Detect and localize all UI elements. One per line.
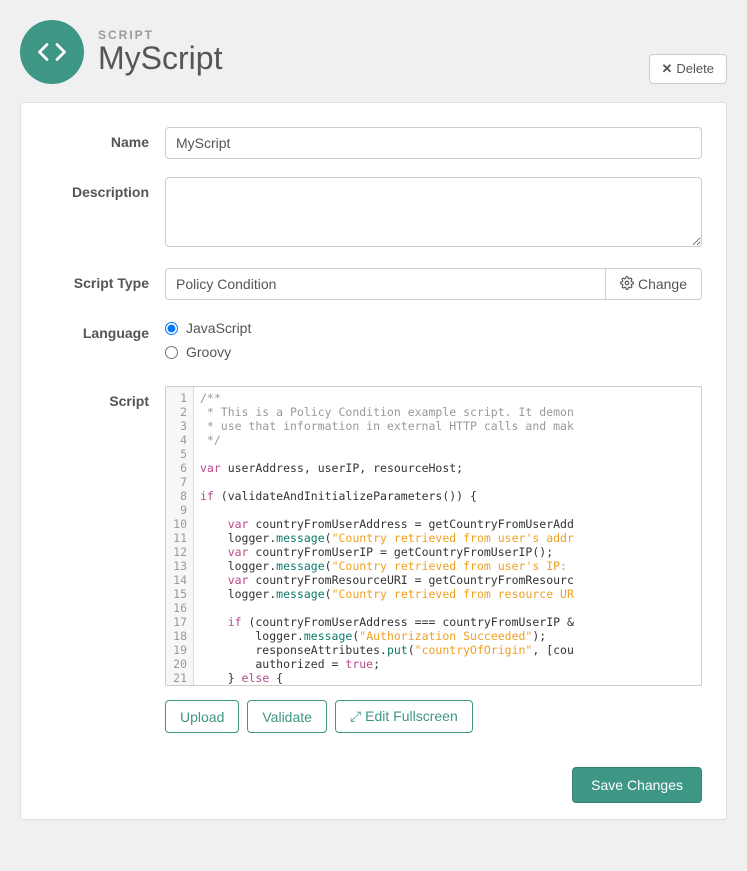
language-label: Language <box>45 318 165 341</box>
language-radio-groovy[interactable]: Groovy <box>165 344 702 360</box>
expand-icon: ⤢ <box>350 708 361 724</box>
script-icon <box>20 20 84 84</box>
fullscreen-label: Edit Fullscreen <box>365 708 458 724</box>
language-radio-group: JavaScript Groovy <box>165 318 702 360</box>
save-changes-button[interactable]: Save Changes <box>572 767 702 803</box>
form-card: Name Description Script Type <box>20 102 727 820</box>
delete-x-icon: ✕ <box>662 61 673 76</box>
name-label: Name <box>45 127 165 150</box>
code-body[interactable]: /** * This is a Policy Condition example… <box>194 387 580 685</box>
delete-button[interactable]: ✕Delete <box>649 54 727 84</box>
gear-icon <box>620 276 634 293</box>
page-header: SCRIPT MyScript ✕Delete <box>20 20 727 84</box>
language-radio-javascript[interactable]: JavaScript <box>165 320 702 336</box>
change-label: Change <box>638 276 687 292</box>
page-title: MyScript <box>98 40 727 77</box>
delete-label: Delete <box>676 61 714 76</box>
code-gutter: 123456789101112131415161718192021 <box>166 387 194 685</box>
description-textarea[interactable] <box>165 177 702 247</box>
language-radio-javascript-input[interactable] <box>165 322 178 335</box>
language-option-0: JavaScript <box>186 320 251 336</box>
edit-fullscreen-button[interactable]: ⤢Edit Fullscreen <box>335 700 473 733</box>
validate-button[interactable]: Validate <box>247 700 327 733</box>
script-label: Script <box>45 386 165 409</box>
language-option-1: Groovy <box>186 344 231 360</box>
upload-button[interactable]: Upload <box>165 700 239 733</box>
name-input[interactable] <box>165 127 702 159</box>
language-radio-groovy-input[interactable] <box>165 346 178 359</box>
description-label: Description <box>45 177 165 200</box>
script-type-value <box>166 269 605 299</box>
code-editor[interactable]: 123456789101112131415161718192021 /** * … <box>165 386 702 686</box>
script-type-label: Script Type <box>45 268 165 291</box>
change-button[interactable]: Change <box>605 269 701 299</box>
